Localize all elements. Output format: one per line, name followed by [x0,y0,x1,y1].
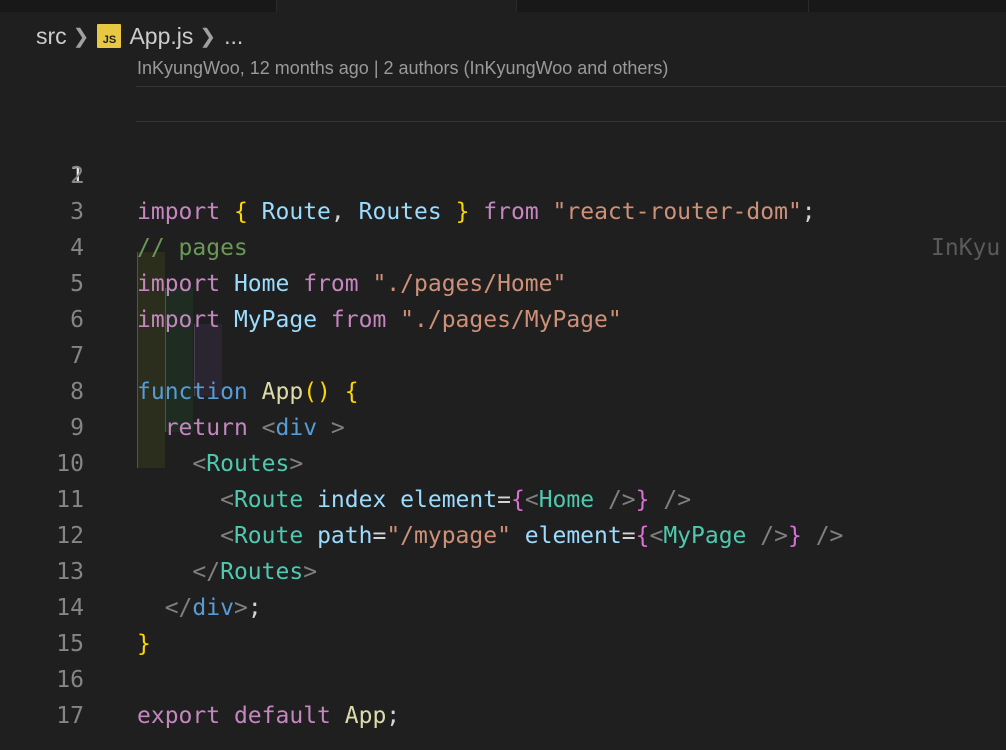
line-content[interactable]: export default App; [137,698,400,734]
code-line[interactable]: 17 [0,662,1006,729]
code-line[interactable]: 13 </div>; [0,518,1006,621]
code-line[interactable]: 5 import MyPage from "./pages/MyPage" [0,230,1006,333]
editor-tab[interactable] [516,0,810,12]
breadcrumb-folder[interactable]: src [36,23,67,50]
chevron-right-icon: ❯ [199,25,217,48]
line-number: 17 [56,703,84,729]
code-line[interactable]: 16 export default App; [0,626,1006,729]
code-editor[interactable]: src ❯ JS App.js ❯ ... InKyungWoo, 12 mon… [0,0,1006,750]
code-line[interactable]: 15 [0,590,1006,657]
breadcrumb-symbols[interactable]: ... [224,23,243,50]
editor-tab[interactable] [808,0,1006,12]
breadcrumb: src ❯ JS App.js ❯ ... [36,20,243,52]
code-lines[interactable]: 1 import { Route, Routes } from "react-r… [0,86,1006,729]
code-line[interactable]: 6 [0,266,1006,333]
code-line[interactable]: 14 } [0,554,1006,657]
current-line-highlight [136,86,1006,122]
code-line[interactable]: 1 import { Route, Routes } from "react-r… [0,86,1006,261]
code-line[interactable]: 10 <Route index element={<Home />} /> [0,410,1006,513]
code-line[interactable]: 11 <Route path="/mypage" element={<MyPag… [0,446,1006,549]
code-line[interactable]: 2 [0,122,1006,189]
chevron-right-icon: ❯ [72,25,90,48]
code-line[interactable]: 4 import Home from "./pages/Home" [0,194,1006,297]
code-line[interactable]: 3 // pages [0,158,1006,261]
breadcrumb-file[interactable]: App.js [129,23,193,50]
tab-strip [0,0,1006,12]
code-line[interactable]: 7 function App() { [0,302,1006,405]
git-blame-codelens[interactable]: InKyungWoo, 12 months ago | 2 authors (I… [137,58,668,82]
code-line[interactable]: 9 <Routes> [0,374,1006,477]
code-line[interactable]: 12 </Routes> [0,482,1006,585]
editor-tab[interactable] [276,0,518,12]
javascript-file-icon: JS [97,24,122,48]
code-line[interactable]: 8 return <div > [0,338,1006,441]
